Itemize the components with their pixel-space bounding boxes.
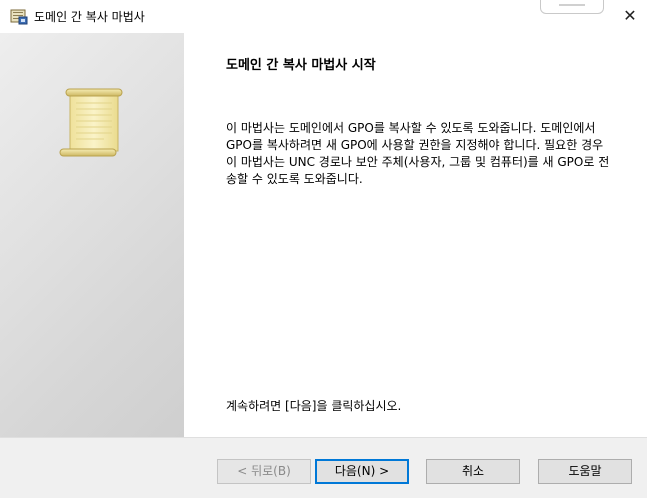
- cancel-button[interactable]: 취소: [426, 459, 520, 484]
- button-bar: < 뒤로(B) 다음(N) > 취소 도움말: [0, 438, 647, 498]
- scroll-icon: [59, 88, 123, 157]
- title-bar[interactable]: 도메인 간 복사 마법사 ✕: [0, 0, 647, 33]
- close-icon[interactable]: ✕: [620, 6, 640, 26]
- continue-instruction: 계속하려면 [다음]을 클릭하십시오.: [226, 399, 402, 413]
- wizard-content: 도메인 간 복사 마법사 시작 이 마법사는 도메인에서 GPO를 복사할 수 …: [184, 33, 647, 437]
- wizard-scroll-icon: [10, 9, 28, 25]
- back-button[interactable]: < 뒤로(B): [217, 459, 311, 484]
- title-bar-tab: [540, 0, 604, 14]
- wizard-description: 이 마법사는 도메인에서 GPO를 복사할 수 있도록 도와줍니다. 도메인에서…: [226, 121, 610, 186]
- page-title: 도메인 간 복사 마법사 시작: [226, 58, 376, 73]
- next-button[interactable]: 다음(N) >: [315, 459, 409, 484]
- wizard-window: 도메인 간 복사 마법사 ✕ 도메인 간 복사 마법사 시작 이 마법사는 도메…: [0, 0, 647, 498]
- window-title: 도메인 간 복사 마법사: [34, 10, 145, 24]
- help-button[interactable]: 도움말: [538, 459, 632, 484]
- wizard-side-panel: [0, 33, 184, 437]
